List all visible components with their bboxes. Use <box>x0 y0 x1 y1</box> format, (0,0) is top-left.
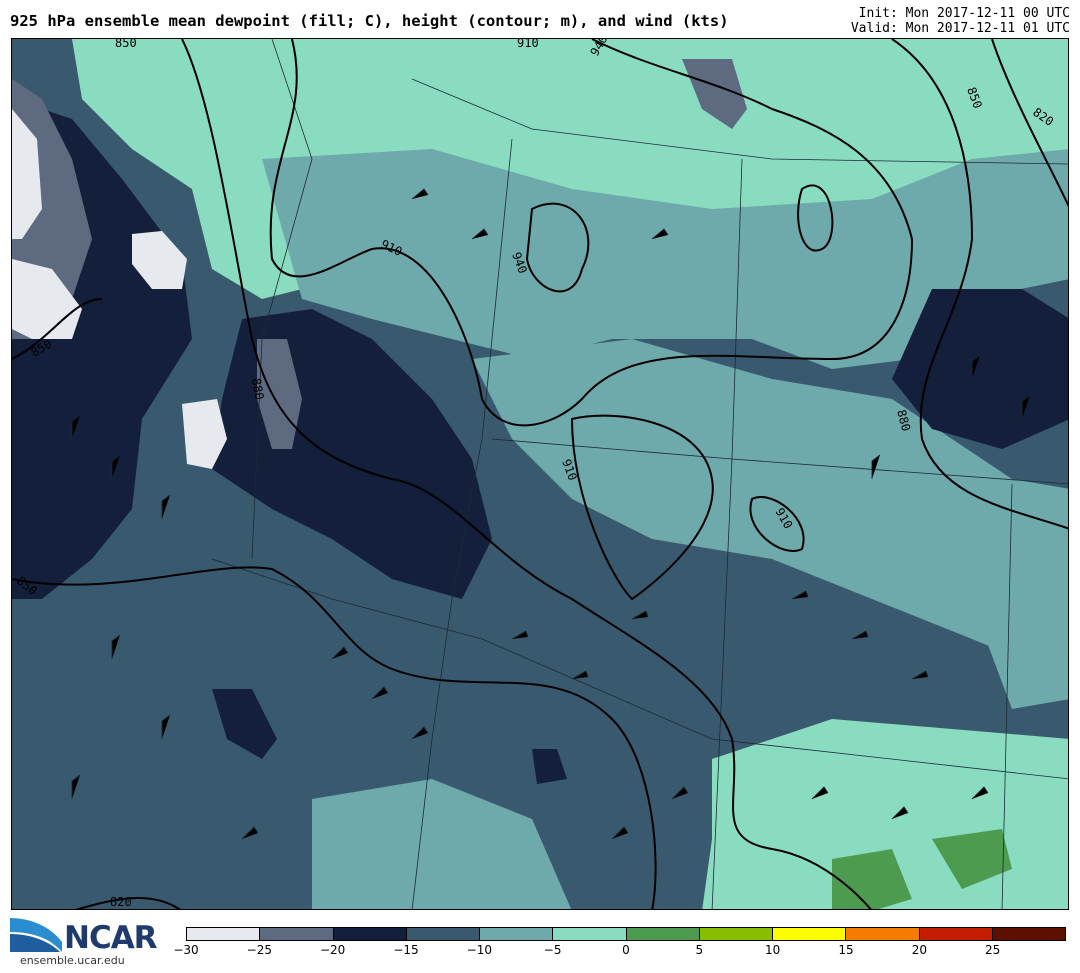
colorbar-tick-label: 5 <box>695 943 704 957</box>
dewpoint-map[interactable]: 850 910 940 850 820 910 940 880 850 880 … <box>11 38 1069 910</box>
colorbar-tick-label: −20 <box>319 943 346 957</box>
colorbar-tick-label: 0 <box>622 943 630 957</box>
colorbar-segment <box>846 928 920 940</box>
colorbar-segment <box>260 928 334 940</box>
map-title: 925 hPa ensemble mean dewpoint (fill; C)… <box>10 12 729 30</box>
colorbar-tick-label: 15 <box>838 943 854 957</box>
colorbar-segment <box>992 928 1065 940</box>
colorbar-segment <box>553 928 627 940</box>
colorbar-segment <box>919 928 993 940</box>
init-time: Init: Mon 2017-12-11 00 UTC <box>858 6 1070 21</box>
colorbar-segment <box>333 928 407 940</box>
colorbar-segment <box>626 928 700 940</box>
colorbar-ticks: −30 −25 −20 −15 −10 −5 0 5 10 15 20 25 <box>173 943 1066 963</box>
logo-name: NCAR <box>64 920 158 956</box>
colorbar-tick-label: −25 <box>246 943 272 957</box>
valid-time: Valid: Mon 2017-12-11 01 UTC <box>850 21 1070 36</box>
contour-label: 910 <box>517 39 539 50</box>
colorbar <box>186 927 1066 941</box>
contour-label: 820 <box>110 895 132 909</box>
map-canvas: 850 910 940 850 820 910 940 880 850 880 … <box>12 39 1068 909</box>
colorbar-tick-label: −15 <box>393 943 419 957</box>
colorbar-tick-label: −10 <box>466 943 492 957</box>
colorbar-segment <box>773 928 847 940</box>
colorbar-tick-label: 20 <box>911 943 927 957</box>
colorbar-tick-label: −5 <box>543 943 562 957</box>
colorbar-segment <box>699 928 773 940</box>
logo-url: ensemble.ucar.edu <box>20 954 125 967</box>
colorbar-segment <box>406 928 480 940</box>
colorbar-tick-label: 10 <box>765 943 781 957</box>
colorbar-tick-label: −30 <box>173 943 199 957</box>
colorbar-segment <box>187 928 261 940</box>
colorbar-tick-label: 25 <box>985 943 1001 957</box>
contour-label: 850 <box>115 39 137 50</box>
colorbar-segment <box>480 928 554 940</box>
